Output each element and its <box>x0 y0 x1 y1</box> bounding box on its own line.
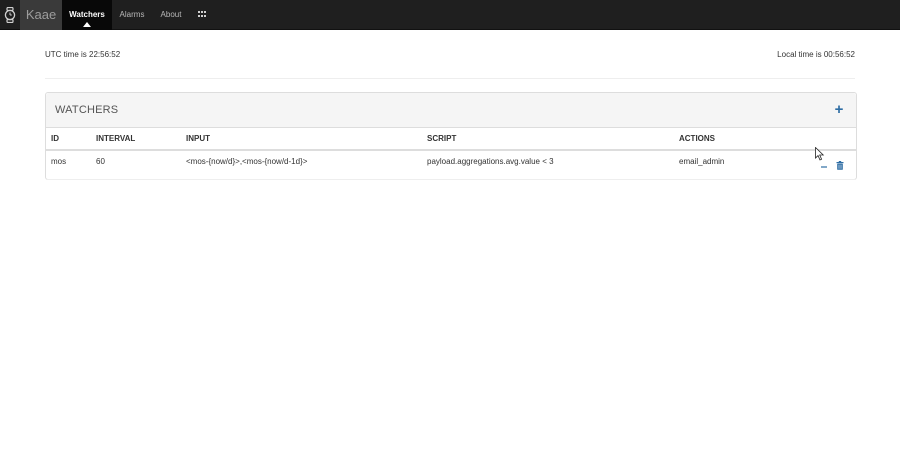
nav-tab-watchers[interactable]: Watchers <box>62 0 112 30</box>
panel-title: WATCHERS <box>55 104 119 116</box>
column-header-interval: INTERVAL <box>96 134 136 143</box>
column-header-script: SCRIPT <box>427 134 457 143</box>
cell-input: <mos-{now/d}>,<mos-{now/d-1d}> <box>186 157 308 166</box>
grid-menu-icon[interactable] <box>198 11 207 18</box>
cell-actions: email_admin <box>679 157 725 166</box>
brand-link[interactable]: Kaae <box>20 0 62 30</box>
nav-tab-alarms-label: Alarms <box>119 10 145 19</box>
local-time: Local time is 00:56:52 <box>777 50 855 59</box>
divider <box>45 78 855 79</box>
nav-tab-watchers-label: Watchers <box>69 10 105 19</box>
watch-icon[interactable] <box>0 0 20 30</box>
cell-interval: 60 <box>96 157 105 166</box>
cell-id: mos <box>51 157 67 166</box>
column-header-id: ID <box>51 134 59 143</box>
watchers-panel: WATCHERS + ID INTERVAL INPUT SCRIPT ACTI… <box>45 92 857 180</box>
active-caret-icon <box>83 22 91 27</box>
nav-tab-about[interactable]: About <box>152 0 190 30</box>
nav-tab-alarms[interactable]: Alarms <box>112 0 152 30</box>
nav-tab-about-label: About <box>160 10 182 19</box>
column-header-input: INPUT <box>186 134 210 143</box>
utc-time: UTC time is 22:56:52 <box>45 50 121 59</box>
column-header-actions: ACTIONS <box>679 134 715 143</box>
panel-heading: WATCHERS + <box>46 93 856 128</box>
cell-script: payload.aggregations.avg.value < 3 <box>427 157 554 166</box>
navbar: Kaae Watchers Alarms About <box>0 0 900 30</box>
trash-icon[interactable] <box>836 157 844 170</box>
row-divider <box>46 179 856 180</box>
table-header-divider <box>46 149 856 151</box>
add-watcher-button[interactable]: + <box>832 101 846 119</box>
mouse-cursor-icon <box>815 146 825 161</box>
